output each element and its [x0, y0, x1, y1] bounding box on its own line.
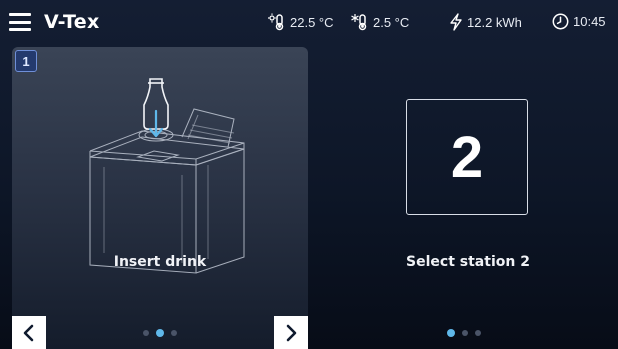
previous-button[interactable] [12, 316, 46, 349]
chevron-left-icon [23, 324, 34, 341]
next-button[interactable] [274, 316, 308, 349]
pager-dot-active[interactable] [156, 329, 164, 337]
chevron-right-icon [286, 324, 297, 341]
cool-temp-value: 2.5 °C [373, 14, 410, 30]
thermometer-snowflake-icon [351, 14, 367, 31]
station-pager [447, 329, 481, 337]
machine-illustration [89, 78, 245, 274]
step-badge: 1 [15, 50, 37, 72]
lightning-icon [450, 13, 462, 31]
step-pager [143, 329, 177, 337]
pager-dot-active[interactable] [447, 329, 455, 337]
top-bar: V-Tex 22.5 °C 2.5 °C 12.2 kWh 10:45 [0, 0, 618, 44]
station-select-button[interactable]: 2 [406, 99, 528, 215]
time-value: 10:45 [573, 14, 606, 29]
heat-temp-value: 22.5 °C [290, 14, 334, 30]
insert-drink-card: 1 Insert drink [12, 47, 308, 349]
hamburger-icon[interactable] [9, 13, 31, 31]
pager-dot[interactable] [143, 330, 149, 336]
energy-usage: 12.2 kWh [449, 13, 522, 31]
clock-icon [552, 13, 569, 30]
pager-dot[interactable] [475, 330, 481, 336]
thermometer-heat-icon [268, 13, 284, 31]
heat-temperature: 22.5 °C [268, 13, 334, 31]
pager-dot[interactable] [171, 330, 177, 336]
energy-value: 12.2 kWh [467, 14, 522, 30]
insert-drink-caption: Insert drink [113, 254, 207, 270]
pager-dot[interactable] [462, 330, 468, 336]
station-number: 2 [450, 124, 484, 190]
cool-temperature: 2.5 °C [351, 13, 409, 31]
app-title: V-Tex [44, 11, 100, 33]
select-station-caption: Select station 2 [406, 254, 530, 270]
clock: 10:45 [552, 13, 606, 30]
